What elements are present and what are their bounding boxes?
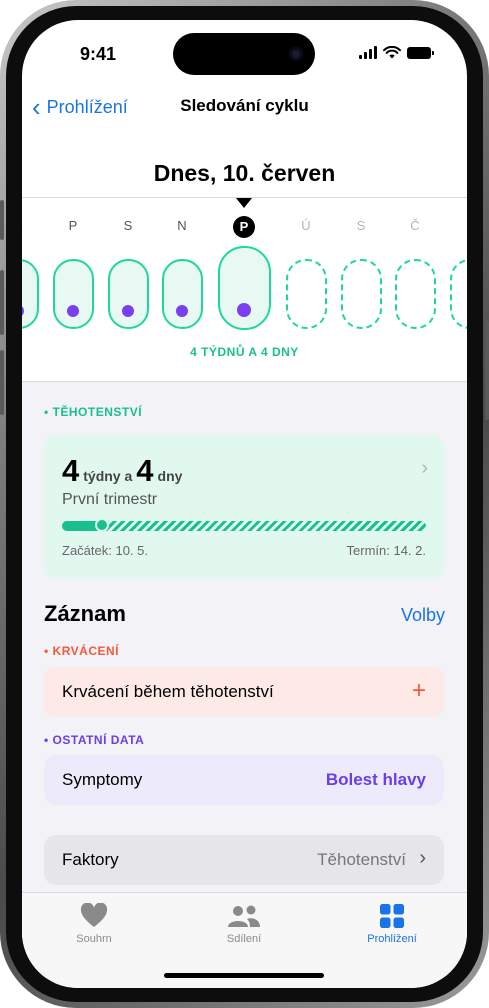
pregnancy-duration-label: 4 TÝDNŮ A 4 DNY [190, 345, 299, 359]
weekday-row: ČPSNPÚSČ [22, 216, 467, 238]
cycle-calendar[interactable] [22, 246, 467, 356]
navigation-bar: ‹ Prohlížení Sledování cyklu [22, 92, 467, 122]
calendar-day[interactable] [394, 259, 436, 329]
calendar-day[interactable] [161, 259, 203, 329]
page-title: Sledování cyklu [180, 96, 309, 115]
wifi-icon [383, 46, 401, 59]
start-date: Začátek: 10. 5. [62, 543, 148, 558]
logged-data-dot [122, 305, 134, 317]
progress-knob [95, 518, 110, 532]
tab-sharing-label: Sdílení [226, 933, 262, 945]
phone-frame: 9:41 ‹ Prohlížení Sledování cyklu Dnes, … [0, 0, 489, 1008]
home-indicator [164, 973, 324, 978]
logged-data-dot [237, 303, 251, 317]
calendar-day[interactable] [22, 259, 39, 329]
calendar-day[interactable] [285, 259, 327, 329]
tab-browse-label: Prohlížení [367, 933, 417, 945]
weekday-label: S [123, 218, 133, 233]
calendar-day[interactable] [449, 259, 467, 329]
trimester-label: První trimestr [62, 491, 158, 508]
signal-icon [359, 46, 377, 59]
tab-browse[interactable]: Prohlížení [342, 903, 442, 945]
logged-data-dot [176, 305, 188, 317]
side-button [0, 200, 4, 240]
weeks-number: 4 [62, 453, 80, 488]
symptoms-label: Symptomy [62, 770, 143, 789]
heart-icon [80, 903, 108, 927]
symptoms-row[interactable]: Symptomy Bolest hlavy [44, 755, 444, 805]
grid-icon [380, 904, 404, 928]
pregnancy-section-label: • TĚHOTENSTVÍ [44, 405, 143, 419]
volume-down-button [0, 350, 4, 415]
options-button[interactable]: Volby [401, 605, 445, 626]
dynamic-island [173, 33, 315, 75]
calendar-day[interactable] [52, 259, 94, 329]
weekday-label-today: P [233, 216, 255, 238]
weekday-label: Ú [301, 218, 311, 233]
weekday-label: Č [410, 218, 420, 233]
weekday-label: Č [22, 218, 33, 233]
bleeding-label: Krvácení během těhotenství [62, 682, 274, 701]
status-bar: 9:41 [22, 20, 467, 90]
days-number: 4 [136, 453, 154, 488]
other-data-section-label: • OSTATNÍ DATA [44, 733, 145, 747]
bleeding-section-label: • KRVÁCENÍ [44, 644, 119, 658]
chevron-right-icon: › [421, 457, 428, 479]
plus-icon[interactable]: + [412, 677, 426, 705]
weekday-label: S [356, 218, 366, 233]
calendar-day[interactable] [107, 259, 149, 329]
logged-data-dot [22, 305, 24, 317]
screen: 9:41 ‹ Prohlížení Sledování cyklu Dnes, … [22, 20, 467, 988]
battery-icon [407, 47, 434, 59]
date-title: Dnes, 10. červen [153, 160, 336, 186]
tab-summary-label: Souhrn [76, 933, 112, 945]
days-unit: dny [157, 468, 183, 484]
status-icons [359, 46, 434, 59]
pregnancy-progress-bar [62, 518, 426, 532]
due-date: Termín: 14. 2. [346, 543, 426, 558]
today-pointer-icon [236, 198, 252, 208]
tab-sharing[interactable]: Sdílení [194, 903, 294, 945]
status-time: 9:41 [80, 44, 117, 64]
calendar-day[interactable] [340, 259, 382, 329]
factors-row[interactable]: Faktory Těhotenství › [44, 835, 444, 885]
camera-icon [289, 47, 303, 61]
weekday-label: N [177, 218, 187, 233]
factors-value: Těhotenství [317, 850, 406, 869]
weeks-unit: týdny a [83, 468, 133, 484]
logged-data-dot [67, 305, 79, 317]
weekday-label: P [68, 218, 78, 233]
bleeding-row[interactable]: Krvácení během těhotenství + [44, 667, 444, 717]
power-button [485, 320, 489, 420]
calendar-day-today[interactable] [217, 246, 271, 330]
pregnancy-card[interactable]: 4 týdny a 4 dny První trimestr › Začátek… [44, 435, 444, 579]
tab-summary[interactable]: Souhrn [44, 903, 144, 945]
volume-up-button [0, 270, 4, 335]
pregnancy-duration: 4 týdny a 4 dny [62, 453, 182, 489]
symptoms-value: Bolest hlavy [325, 770, 426, 789]
record-title: Záznam [44, 601, 126, 626]
chevron-right-icon: › [419, 847, 426, 869]
factors-label: Faktory [62, 850, 119, 869]
people-icon [228, 905, 260, 927]
